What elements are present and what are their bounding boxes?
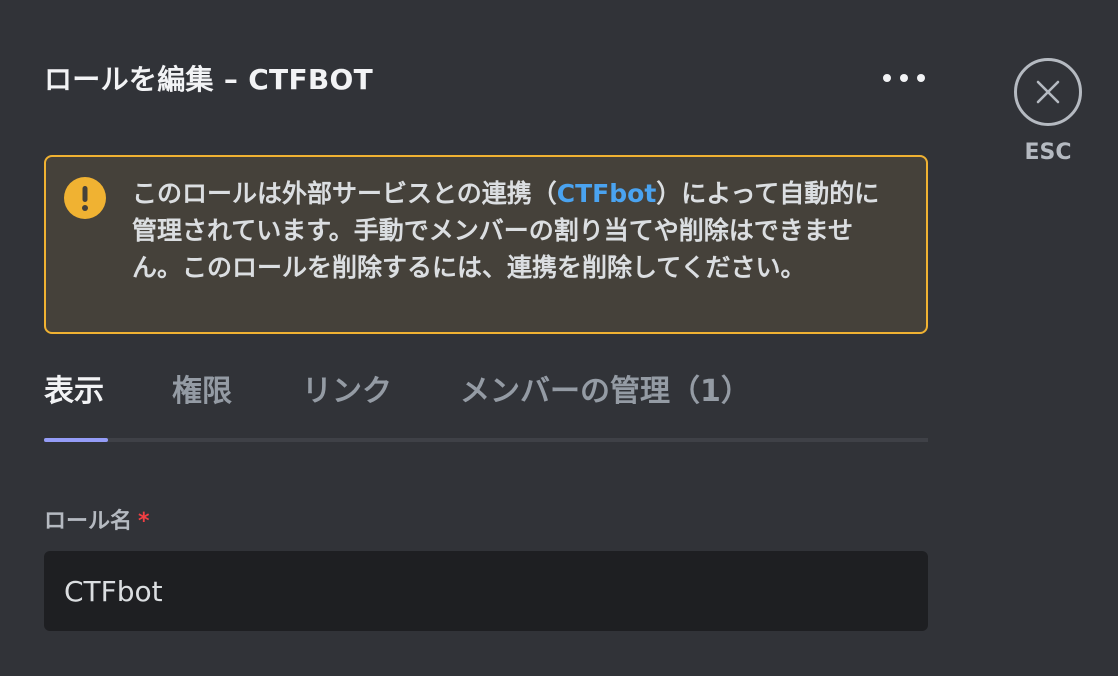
warning-text: このロールは外部サービスとの連携（CTFbot）によって自動的に管理されています… — [132, 175, 902, 286]
warning-icon — [64, 177, 106, 219]
integration-link[interactable]: CTFbot — [557, 179, 657, 208]
tab-divider — [44, 438, 928, 442]
close-control: ESC — [1011, 58, 1085, 165]
active-tab-indicator — [44, 438, 108, 442]
edit-role-panel: ロールを編集 – CTFBOT ESC このロールは外部サービスとの連携（CTF… — [0, 0, 1118, 676]
more-options-button[interactable] — [878, 62, 930, 94]
role-tabs: 表示 権限 リンク メンバーの管理（1） — [44, 360, 928, 442]
integration-warning-banner: このロールは外部サービスとの連携（CTFbot）によって自動的に管理されています… — [44, 155, 928, 334]
warning-text-before: このロールは外部サービスとの連携（ — [132, 179, 557, 208]
tab-display[interactable]: 表示 — [44, 366, 104, 410]
tab-links[interactable]: リンク — [302, 366, 392, 410]
tab-permissions[interactable]: 権限 — [172, 366, 232, 410]
required-mark: * — [138, 509, 150, 534]
esc-label: ESC — [1024, 140, 1072, 165]
close-icon — [1036, 80, 1060, 104]
role-name-label: ロール名 * — [44, 503, 150, 535]
tab-manage-members[interactable]: メンバーの管理（1） — [460, 366, 751, 410]
close-button[interactable] — [1014, 58, 1082, 126]
role-name-label-text: ロール名 — [44, 509, 133, 534]
page-title: ロールを編集 – CTFBOT — [44, 63, 374, 96]
role-name-input[interactable] — [44, 551, 928, 631]
more-horizontal-icon — [883, 74, 925, 82]
